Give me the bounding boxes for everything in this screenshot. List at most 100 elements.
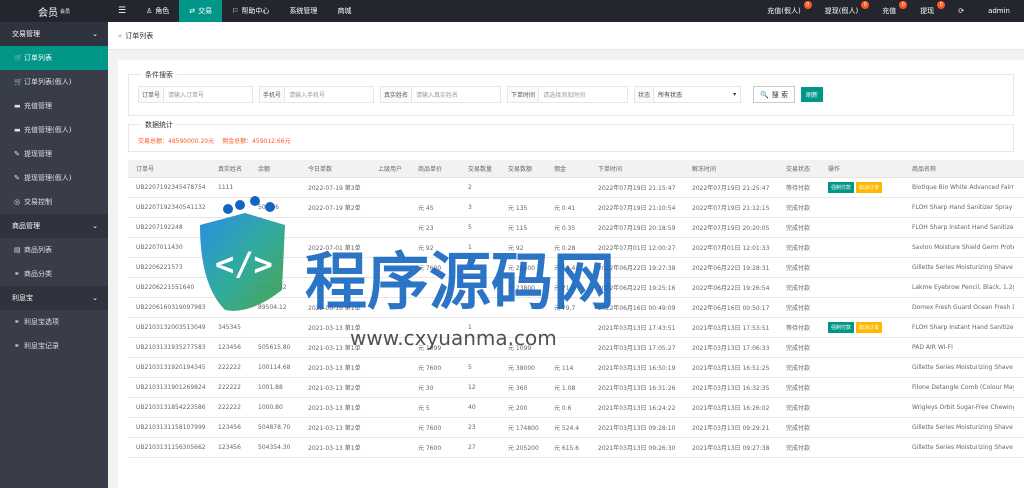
link-icon: ⚭: [14, 318, 20, 326]
menu-toggle-icon[interactable]: ☰: [108, 0, 136, 22]
table-cell: 1: [468, 244, 472, 251]
table-cell: FLOH Sharp Instant Hand Sanitizer: [912, 224, 1014, 231]
table-cell: 2021-03-13 第1单: [308, 365, 361, 372]
sidebar-group-header[interactable]: 商品管理 ⌄: [0, 214, 108, 238]
table-cell: 完成付款: [786, 425, 811, 432]
phone-group: 手机号 请输入手机号: [259, 86, 375, 103]
refresh-button[interactable]: 刷新: [801, 87, 824, 102]
table-row: UB2103131901269824 222222 1001.88 2021-03-1…: [128, 378, 1024, 398]
sidebar-item[interactable]: ◎ 交易控制: [0, 190, 108, 214]
table-cell: 2021年03月13日 16:31:26: [598, 385, 676, 392]
table-cell: 元 7600: [418, 265, 442, 272]
table-cell: 2021年03月13日 16:24:22: [598, 405, 676, 412]
table-cell: 完成付款: [786, 345, 811, 352]
force-pay-button[interactable]: 强制付款: [828, 182, 855, 193]
right-nav-item[interactable]: admin: [978, 0, 1024, 22]
status-group: 状态 所有状态 ▾: [634, 86, 742, 103]
control-icon: ◎: [14, 198, 21, 206]
table-cell: 3: [468, 264, 472, 271]
table-cell: UB2103131901269824: [136, 384, 206, 391]
time-input[interactable]: 请选择添加时间: [538, 86, 629, 103]
sidebar-group-header[interactable]: 利息宝 ⌄: [0, 286, 108, 310]
time-group: 下单时间 请选择添加时间: [507, 86, 629, 103]
table-cell: 元 200: [508, 405, 528, 412]
table-cell: 2022年06月22日 19:27:38: [598, 265, 676, 272]
table-header-cell: 今日单数: [308, 166, 333, 173]
sidebar-item[interactable]: 🛒 订单列表(假人): [0, 70, 108, 94]
table-cell: 完成付款: [786, 285, 811, 292]
sidebar-group-header[interactable]: 交易管理 ⌄: [0, 22, 108, 46]
top-nav-item[interactable]: ⚐ 帮助中心: [222, 0, 279, 22]
search-button[interactable]: 🔍 搜 索: [753, 86, 796, 103]
table-cell: 完成付款: [786, 205, 811, 212]
force-pay-button[interactable]: 强制付款: [828, 322, 855, 333]
top-nav-label: 角色: [155, 7, 170, 15]
phone-input[interactable]: 请输入手机号: [284, 86, 375, 103]
table-cell: 2022年06月16日 00:49:09: [598, 305, 676, 312]
table-cell: Biotique Bio White Advanced Fairne: [912, 184, 1014, 191]
table-cell: UB2103131158107999: [136, 424, 206, 431]
search-icon: 🔍: [760, 90, 769, 99]
table-cell: 完成付款: [786, 445, 811, 452]
cancel-order-button[interactable]: 取消订单: [856, 322, 883, 333]
status-select[interactable]: 所有状态 ▾: [653, 86, 742, 103]
table-cell: 12: [468, 384, 476, 391]
sidebar-item-label: 充值管理: [24, 102, 52, 110]
sidebar: 交易管理 ⌄ 🛒 订单列表 🛒 订单列表(假人) ▬ 充值管理 ▬ 充值管理(假人) ✎ 提现管理 ✎ 提…: [0, 22, 108, 488]
table-cell: 100114.68: [258, 364, 291, 371]
table-cell: UB2206221551640: [136, 284, 195, 291]
right-nav-item[interactable]: 充值(假人) 0: [757, 0, 814, 22]
flag-icon: ⚐: [232, 7, 239, 15]
name-input[interactable]: 请输入真实姓名: [411, 86, 502, 103]
hammer-icon: ✎: [14, 150, 20, 158]
table-cell: 元 115: [508, 225, 528, 232]
sidebar-item[interactable]: ⚭ 利息宝选项: [0, 310, 108, 334]
sidebar-item-label: 订单列表: [24, 54, 52, 62]
user-icon: ♙: [146, 7, 153, 15]
right-nav-item[interactable]: 充值 0: [872, 0, 910, 22]
table-cell: 等待付款: [786, 185, 811, 192]
right-nav-label: admin: [988, 7, 1010, 15]
table-row: UB2103131920194345 222222 100114.68 2021-03…: [128, 358, 1024, 378]
top-nav-item[interactable]: ♙ 角色: [136, 0, 179, 22]
table-cell: 元 68.4: [554, 265, 576, 272]
sidebar-item[interactable]: 🛒 订单列表: [0, 46, 108, 70]
top-nav-item[interactable]: 系统管理: [279, 0, 327, 22]
table-cell: Gillette Series Moisturizing Shave: [912, 364, 1013, 371]
table-cell: 元 45: [418, 205, 434, 212]
table-cell: 2022年06月22日 19:26:54: [692, 285, 770, 292]
table-cell: 2022-07-01 第1单: [308, 245, 361, 252]
top-nav-item[interactable]: 商城: [327, 0, 361, 22]
sidebar-item[interactable]: ▬ 充值管理: [0, 94, 108, 118]
sidebar-item-label: 利息宝选项: [24, 318, 59, 326]
order-input[interactable]: 请输入订单号: [163, 86, 254, 103]
table-cell: 等待付款: [786, 325, 811, 332]
sidebar-item[interactable]: ✎ 提现管理: [0, 142, 108, 166]
top-nav-label: 商城: [337, 7, 352, 15]
table-cell: UB2103131935277583: [136, 344, 206, 351]
table-cell: 5: [468, 364, 472, 371]
table-cell: 元 22800: [508, 265, 535, 272]
table-cell: 2022年07月19日 21:15:47: [598, 185, 676, 192]
sidebar-item[interactable]: ▤ 商品列表: [0, 238, 108, 262]
table-cell: 完成付款: [786, 245, 811, 252]
right-nav-item[interactable]: 提现(假人) 0: [815, 0, 872, 22]
right-nav-item[interactable]: ⟳: [948, 0, 978, 22]
table-cell: Gillette Series Moisturizing Shave: [912, 424, 1013, 431]
search-button-label: 搜 索: [771, 90, 789, 99]
sidebar-item[interactable]: ⚭ 利息宝记录: [0, 334, 108, 358]
right-nav: 充值(假人) 0 提现(假人) 0 充值 0 提现 0 ⟳ admin: [757, 0, 1024, 22]
table-cell: 2021-03-13 第1单: [308, 445, 361, 452]
sidebar-item[interactable]: ✎ 提现管理(假人): [0, 166, 108, 190]
table-row: UB2103131854223586 222222 1000.80 2021-03-1…: [128, 398, 1024, 418]
content-panel: 条件搜索 订单号 请输入订单号 手机号 请输入手机号 真实姓名 请输入真实姓名 下单时…: [118, 60, 1024, 488]
sidebar-item[interactable]: ⚭ 商品分类: [0, 262, 108, 286]
sidebar-item[interactable]: ▬ 充值管理(假人): [0, 118, 108, 142]
sidebar-item-label: 提现管理(假人): [24, 174, 72, 182]
top-nav-item[interactable]: ⇄ 交易: [179, 0, 223, 22]
table-cell: 完成付款: [786, 305, 811, 312]
right-nav-item[interactable]: 提现 0: [910, 0, 948, 22]
sidebar-item-label: 商品列表: [24, 246, 52, 254]
table-cell: 5: [468, 224, 472, 231]
cancel-order-button[interactable]: 取消订单: [856, 182, 883, 193]
